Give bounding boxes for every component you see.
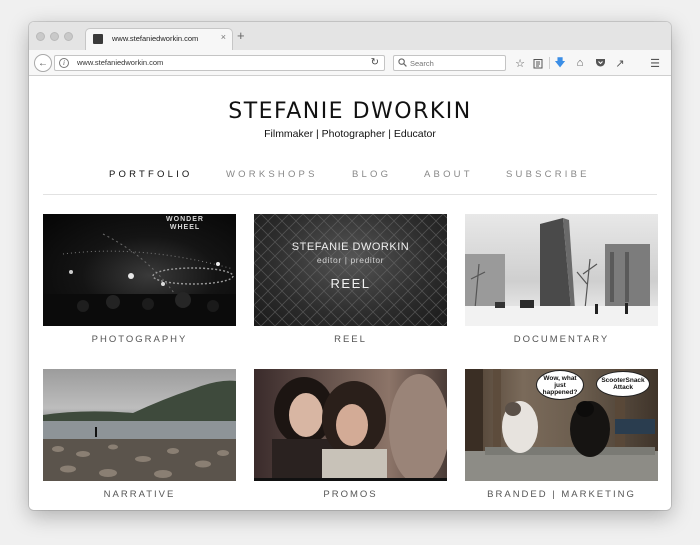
portfolio-tile-documentary[interactable] [465, 214, 658, 326]
caption-photography[interactable]: PHOTOGRAPHY [43, 334, 236, 345]
home-icon[interactable]: ⌂ [573, 55, 587, 71]
url-text[interactable]: www.stefaniedworkin.com [77, 58, 163, 67]
back-arrow-icon: ← [38, 57, 48, 69]
reload-icon[interactable]: ↻ [371, 57, 379, 68]
menu-icon[interactable]: ☰ [648, 55, 662, 71]
promos-thumbnail [272, 374, 447, 478]
close-window-button[interactable] [36, 32, 45, 41]
download-icon[interactable]: 🡇 [553, 55, 567, 71]
site-title[interactable]: STEFANIE DWORKIN [29, 99, 671, 124]
documentary-thumbnail [465, 218, 658, 326]
portfolio-tile-narrative[interactable] [43, 369, 236, 481]
site-tagline: Filmmaker | Photographer | Educator [264, 128, 436, 140]
caption-reel[interactable]: REEL [254, 334, 447, 345]
speech-bubble-right: ScooterSnack Attack [596, 371, 650, 397]
portfolio-tile-photography[interactable]: WONDER WHEEL [43, 214, 236, 326]
caption-narrative[interactable]: NARRATIVE [43, 489, 236, 500]
nav-about[interactable]: ABOUT [424, 169, 473, 180]
browser-window: www.stefaniedworkin.com × + ← i www.stef… [29, 22, 671, 510]
search-box[interactable] [393, 55, 506, 71]
caption-branded-marketing[interactable]: BRANDED | MARKETING [465, 489, 658, 500]
browser-toolbar: ← i www.stefaniedworkin.com ↻ ☆ 🡇 ⌂ ↗ ☰ [29, 50, 671, 76]
search-input[interactable] [410, 57, 500, 69]
caption-promos[interactable]: PROMOS [254, 489, 447, 500]
portfolio-tile-branded[interactable]: Wow, what just happened? ScooterSnack At… [465, 369, 658, 481]
tab-close-icon[interactable]: × [221, 32, 226, 42]
portfolio-tile-reel[interactable]: STEFANIE DWORKIN editor | preditor REEL [254, 214, 447, 326]
speech-bubble-left: Wow, what just happened? [536, 370, 584, 400]
search-icon [398, 58, 407, 67]
wonder-wheel-sign: WONDER WHEEL [166, 216, 204, 231]
nav-blog[interactable]: BLOG [352, 169, 391, 180]
site-favicon-icon [93, 34, 103, 44]
tab-strip: www.stefaniedworkin.com × + [29, 22, 671, 51]
star-icon[interactable]: ☆ [513, 55, 527, 71]
minimize-window-button[interactable] [50, 32, 59, 41]
tab-title: www.stefaniedworkin.com [112, 34, 199, 43]
address-bar[interactable]: i www.stefaniedworkin.com ↻ [54, 55, 385, 71]
chainlink-pattern [254, 214, 447, 326]
nav-divider [43, 194, 657, 195]
browser-tab[interactable]: www.stefaniedworkin.com × [85, 28, 233, 51]
maximize-window-button[interactable] [64, 32, 73, 41]
web-page: STEFANIE DWORKIN Filmmaker | Photographe… [29, 77, 671, 510]
portfolio-tile-promos[interactable] [254, 369, 447, 481]
photography-thumbnail [43, 233, 236, 326]
nav-workshops[interactable]: WORKSHOPS [226, 169, 318, 180]
back-button[interactable]: ← [34, 54, 52, 72]
toolbar-separator [549, 57, 550, 69]
sync-icon[interactable]: ↗ [613, 55, 627, 71]
reading-list-icon[interactable] [531, 55, 545, 71]
info-icon[interactable]: i [59, 58, 69, 68]
caption-documentary[interactable]: DOCUMENTARY [465, 334, 658, 345]
reel-overlay-label: REEL [330, 276, 371, 291]
reel-overlay-subtitle: editor | preditor [316, 255, 385, 265]
reel-overlay-name: STEFANIE DWORKIN [291, 241, 410, 253]
nav-portfolio[interactable]: PORTFOLIO [109, 169, 193, 180]
pocket-icon[interactable] [593, 55, 607, 71]
new-tab-button[interactable]: + [237, 28, 245, 44]
nav-subscribe[interactable]: SUBSCRIBE [506, 169, 590, 180]
narrative-thumbnail [43, 380, 236, 481]
